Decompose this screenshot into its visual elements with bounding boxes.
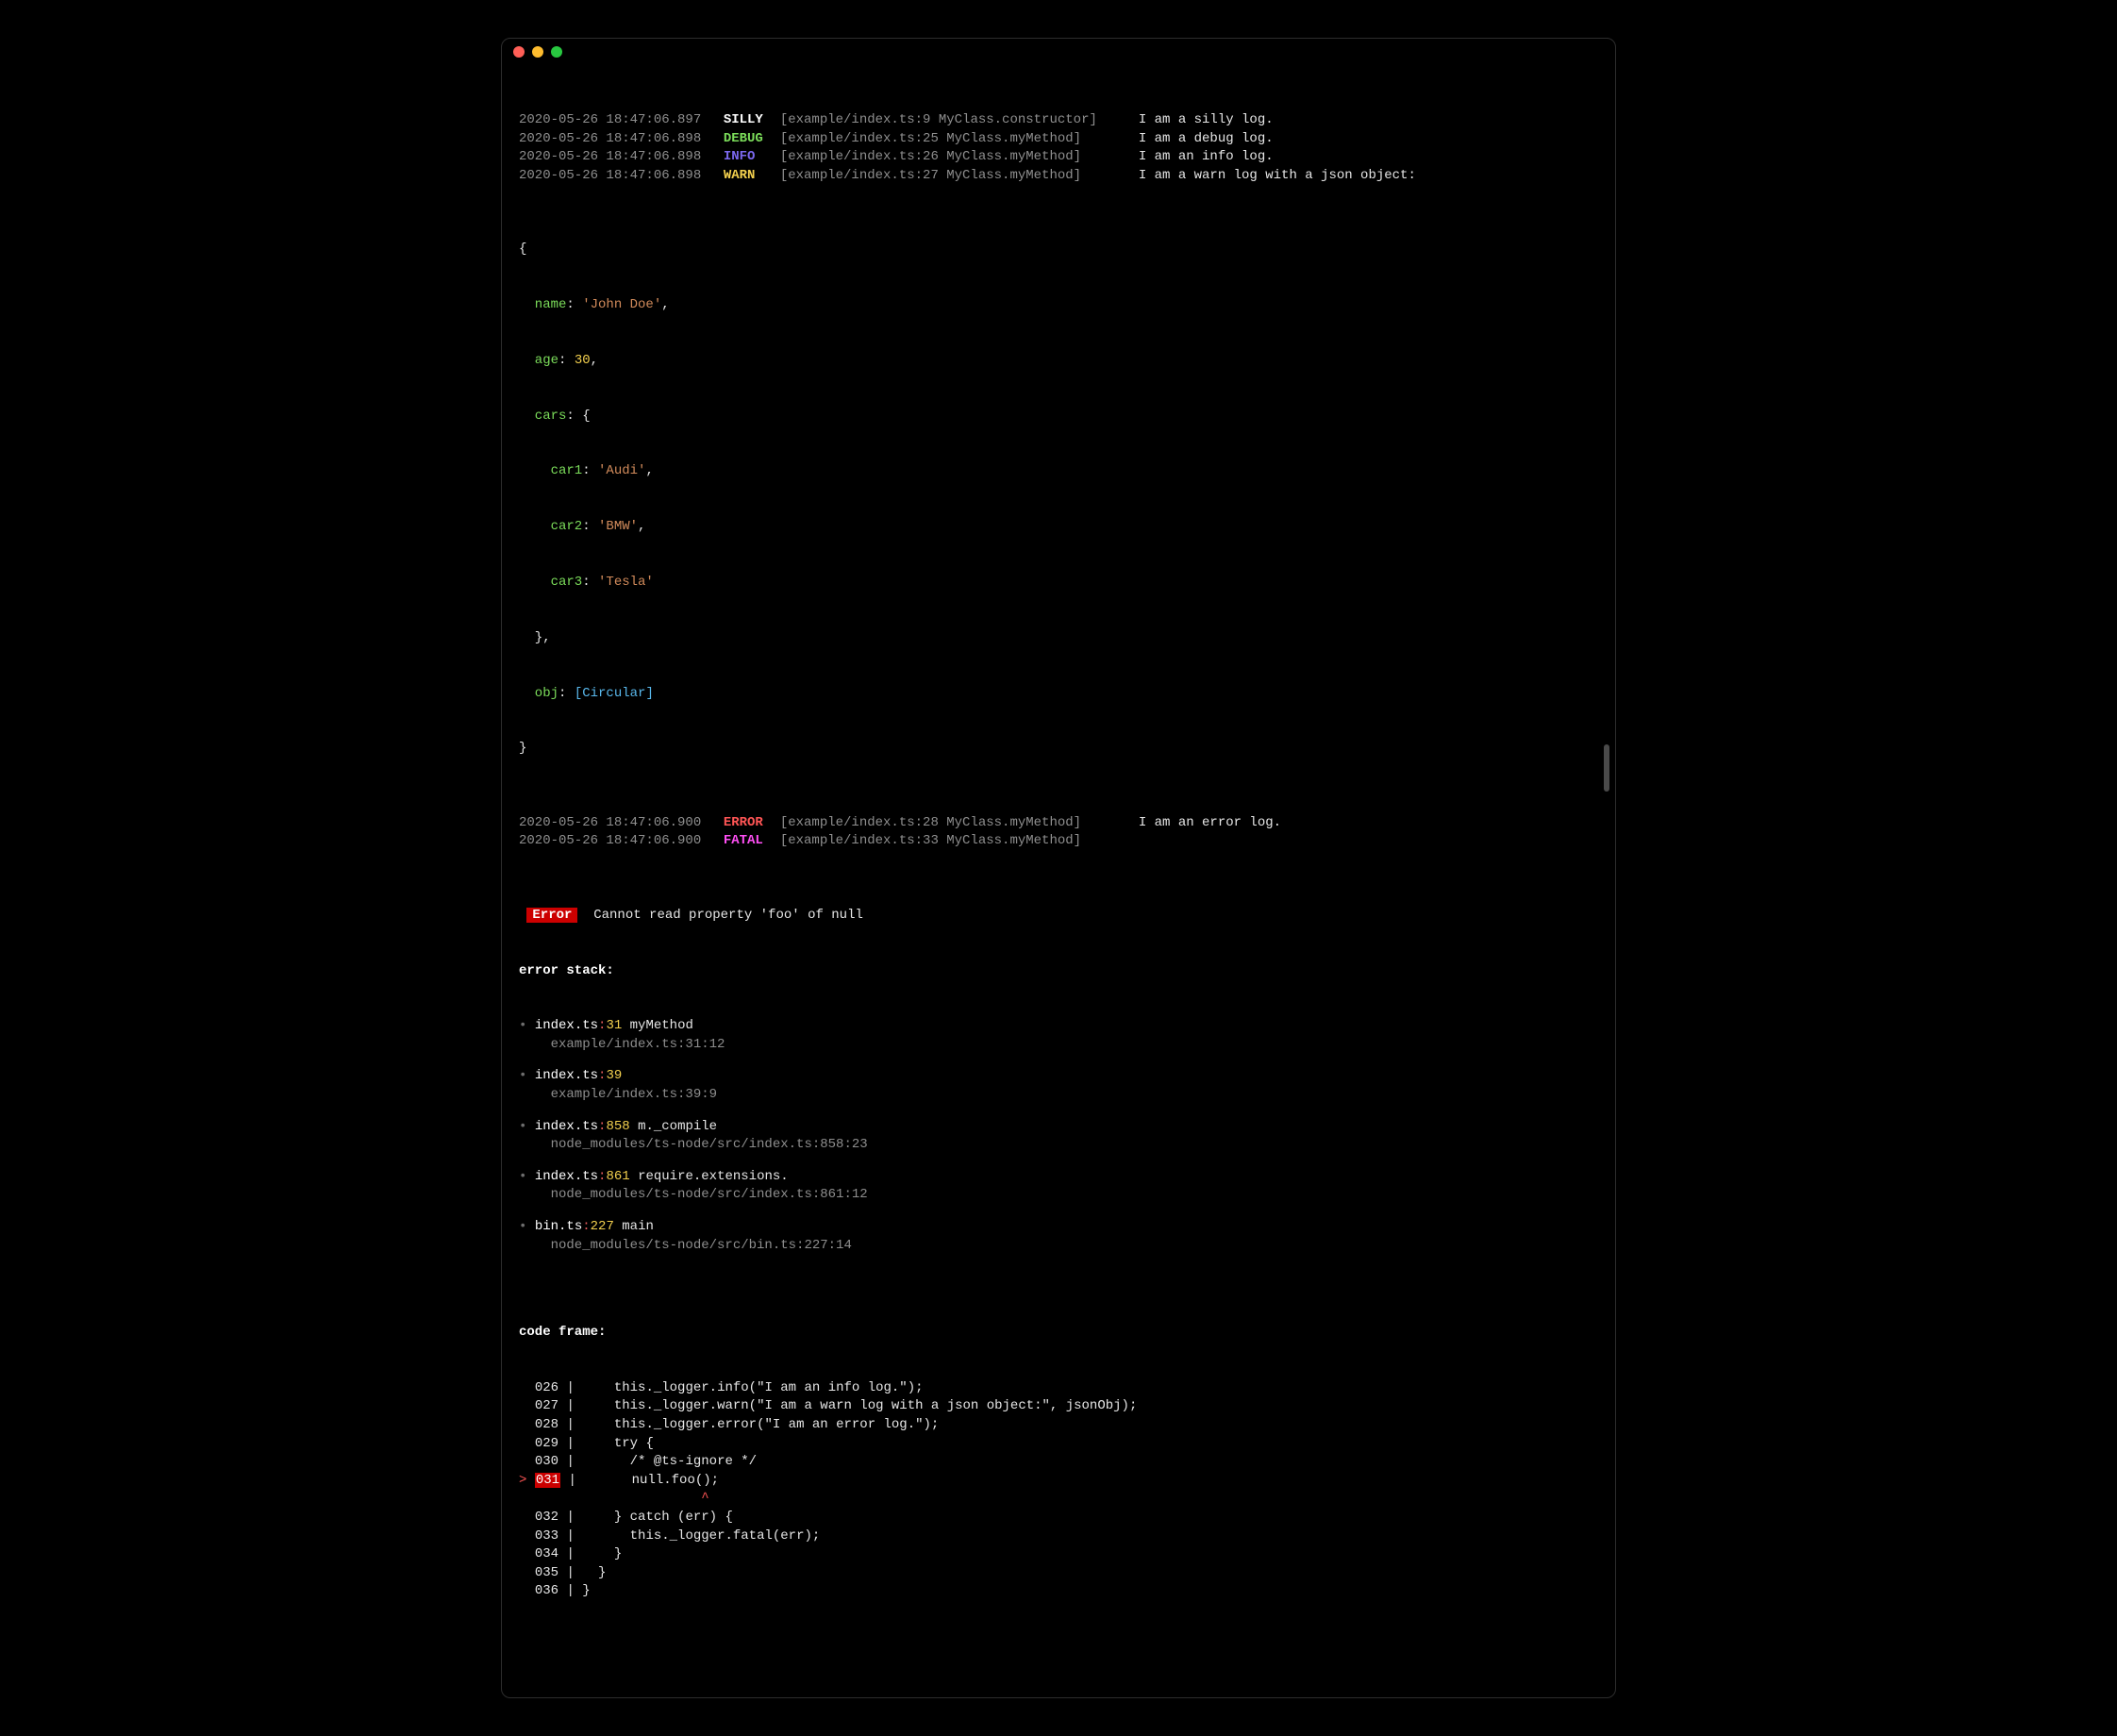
code-frame-line: 032 | } catch (err) { [519,1509,1598,1527]
json-brace-open: { [519,241,1598,259]
code-frame-line: 030 | /* @ts-ignore */ [519,1453,1598,1472]
json-name-row: name: 'John Doe', [519,296,1598,315]
maximize-icon[interactable] [551,46,562,58]
log-row: 2020-05-26 18:47:06.898 DEBUG[example/in… [519,130,1598,149]
code-frame-line: 027 | this._logger.warn("I am a warn log… [519,1397,1598,1416]
stack-frame: • index.ts:861 require.extensions. [519,1168,1598,1187]
json-brace-close: } [519,740,1598,759]
log-row: 2020-05-26 18:47:06.898 WARN[example/ind… [519,167,1598,186]
json-cars-row: cars: { [519,408,1598,426]
log-timestamp: 2020-05-26 18:47:06.900 [519,814,708,833]
stack-frame: • bin.ts:227 main [519,1218,1598,1237]
log-location: [example/index.ts:27 MyClass.myMethod] [780,167,1139,186]
close-icon[interactable] [513,46,525,58]
log-row: 2020-05-26 18:47:06.900 FATAL[example/in… [519,832,1598,851]
log-timestamp: 2020-05-26 18:47:06.898 [519,167,708,186]
scrollbar-thumb[interactable] [1604,744,1609,792]
code-frame-line: 026 | this._logger.info("I am an info lo… [519,1379,1598,1398]
terminal-output[interactable]: 2020-05-26 18:47:06.897 SILLY[example/in… [502,65,1615,1697]
log-level: INFO [724,148,780,167]
log-timestamp: 2020-05-26 18:47:06.900 [519,832,708,851]
log-row: 2020-05-26 18:47:06.898 INFO[example/ind… [519,148,1598,167]
stack-frame-path: example/index.ts:39:9 [519,1086,1598,1105]
error-line: Error Cannot read property 'foo' of null [519,907,1598,926]
log-message: I am a warn log with a json object: [1139,168,1416,183]
stack-frame-path: node_modules/ts-node/src/bin.ts:227:14 [519,1237,1598,1256]
code-frame-line: 034 | } [519,1545,1598,1564]
log-location: [example/index.ts:25 MyClass.myMethod] [780,130,1139,149]
json-car2-row: car2: 'BMW', [519,518,1598,537]
log-level: SILLY [724,111,780,130]
log-level: ERROR [724,814,780,833]
log-message: I am an info log. [1139,149,1274,164]
stack-frame-path: example/index.ts:31:12 [519,1036,1598,1055]
log-level: DEBUG [724,130,780,149]
log-level: WARN [724,167,780,186]
code-frame-line: 036 | } [519,1582,1598,1601]
json-age-row: age: 30, [519,352,1598,371]
json-obj-row: obj: [Circular] [519,685,1598,704]
code-frame-caret: ^ [519,1490,1598,1509]
code-frame-title: code frame: [519,1324,1598,1343]
code-frame-line: 035 | } [519,1564,1598,1583]
log-location: [example/index.ts:9 MyClass.constructor] [780,111,1139,130]
code-frame-line: 029 | try { [519,1435,1598,1454]
json-car1-row: car1: 'Audi', [519,462,1598,481]
minimize-icon[interactable] [532,46,543,58]
json-car3-row: car3: 'Tesla' [519,574,1598,593]
error-message: Cannot read property 'foo' of null [586,908,863,923]
stack-frame-path: node_modules/ts-node/src/index.ts:858:23 [519,1136,1598,1155]
log-message: I am an error log. [1139,815,1281,830]
terminal-window: 2020-05-26 18:47:06.897 SILLY[example/in… [501,38,1616,1698]
stack-frame: • index.ts:39 [519,1067,1598,1086]
stack-frame: • index.ts:858 m._compile [519,1118,1598,1137]
code-frame-line: 033 | this._logger.fatal(err); [519,1527,1598,1546]
code-frame-line: > 031 | null.foo(); [519,1472,1598,1491]
log-location: [example/index.ts:28 MyClass.myMethod] [780,814,1139,833]
log-message: I am a silly log. [1139,112,1274,127]
code-frame-line: 028 | this._logger.error("I am an error … [519,1416,1598,1435]
titlebar [502,39,1615,65]
error-badge: Error [526,908,577,923]
stack-frame-path: node_modules/ts-node/src/index.ts:861:12 [519,1186,1598,1205]
json-cars-close: }, [519,629,1598,648]
log-timestamp: 2020-05-26 18:47:06.898 [519,148,708,167]
log-message: I am a debug log. [1139,131,1274,146]
log-level: FATAL [724,832,780,851]
stack-frame: • index.ts:31 myMethod [519,1017,1598,1036]
error-stack-title: error stack: [519,962,1598,981]
log-row: 2020-05-26 18:47:06.900 ERROR[example/in… [519,814,1598,833]
log-location: [example/index.ts:26 MyClass.myMethod] [780,148,1139,167]
log-timestamp: 2020-05-26 18:47:06.897 [519,111,708,130]
log-location: [example/index.ts:33 MyClass.myMethod] [780,832,1139,851]
log-row: 2020-05-26 18:47:06.897 SILLY[example/in… [519,111,1598,130]
log-timestamp: 2020-05-26 18:47:06.898 [519,130,708,149]
